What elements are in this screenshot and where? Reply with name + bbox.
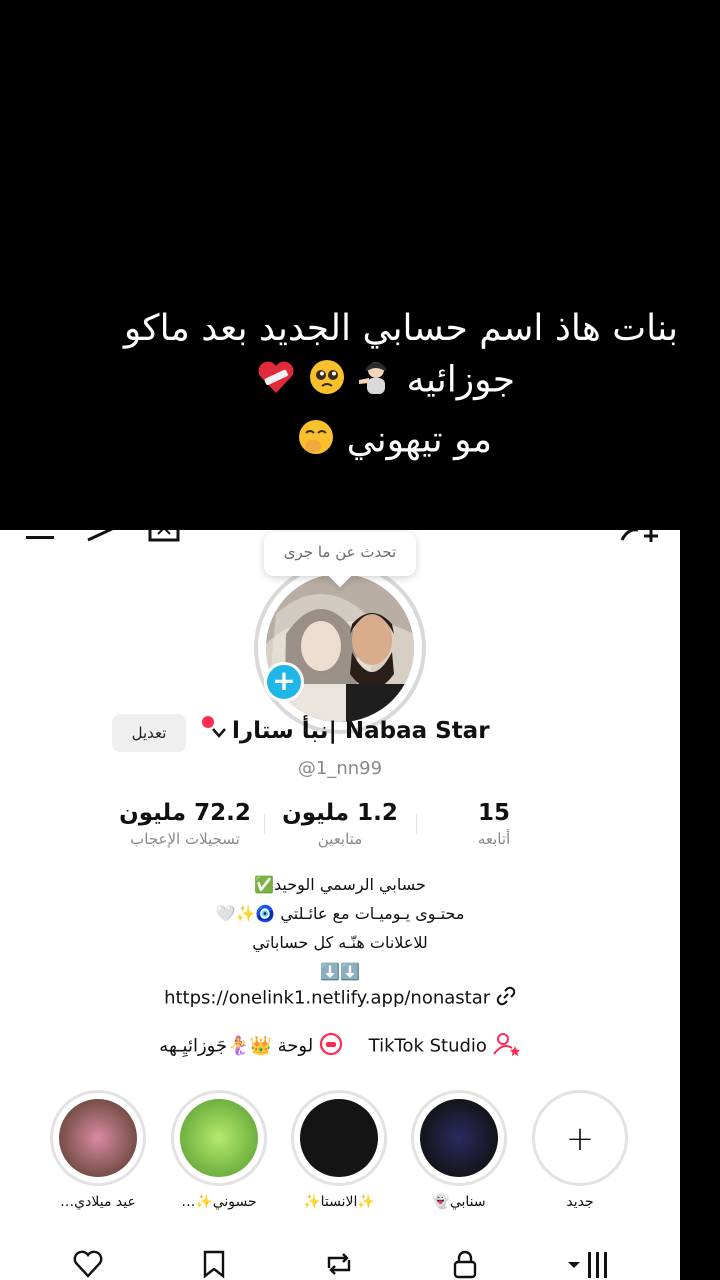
profile-screen: + تحدث عن ما جرى تعديل نبأ ستارا| Nabaa … xyxy=(0,530,680,1280)
highlight-thumbnail xyxy=(180,1099,258,1177)
stat-followers-value: 1.2 مليون xyxy=(282,800,398,826)
highlight-ring xyxy=(291,1090,387,1186)
plus-icon: + xyxy=(565,1119,595,1159)
story-prompt-bubble[interactable]: تحدث عن ما جرى xyxy=(264,532,416,576)
highlight-ring: + xyxy=(532,1090,628,1186)
chat-bubble-icon xyxy=(319,1032,343,1061)
stat-likes-value: 72.2 مليون xyxy=(119,800,251,826)
chevron-down-icon[interactable] xyxy=(212,726,226,742)
link-icon xyxy=(496,986,516,1011)
highlight-item[interactable]: ✨الانستا✨ xyxy=(291,1090,387,1210)
add-story-button[interactable]: + xyxy=(264,662,304,702)
share-icon[interactable] xyxy=(86,530,118,546)
highlight-thumbnail xyxy=(59,1099,137,1177)
highlight-label: سنابي👻 xyxy=(432,1194,486,1210)
chip-tiktok-studio-label: TikTok Studio xyxy=(368,1035,487,1057)
stat-following[interactable]: 15 أتابعه xyxy=(468,800,520,848)
add-friend-icon[interactable] xyxy=(620,530,660,546)
highlight-ring xyxy=(411,1090,507,1186)
edit-profile-button[interactable]: تعديل xyxy=(112,714,186,752)
caption-overlay: بنات هاذ اسم حسابي الجديد بعد ماكو جوزائ… xyxy=(0,0,720,530)
stat-likes[interactable]: 72.2 مليون تسجيلات الإعجاب xyxy=(118,800,252,848)
caption-line-2-text: جوزائيه xyxy=(406,359,515,401)
stat-followers-label: متابعين xyxy=(317,830,363,848)
highlight-label: ✨الانستا✨ xyxy=(303,1194,375,1210)
lock-icon[interactable] xyxy=(449,1248,481,1280)
display-name[interactable]: نبأ ستارا| Nabaa Star xyxy=(232,718,490,744)
person-star-icon xyxy=(492,1032,521,1061)
highlight-ring xyxy=(171,1090,267,1186)
bio-line: محتـوى يـوميـات مع عائـلتي 🧿✨🤍 xyxy=(215,904,465,923)
chip-playlist[interactable]: لوحة 👑🧜‍♀️جَوزائيِـهه xyxy=(159,1032,343,1061)
stat-following-value: 15 xyxy=(477,800,510,826)
bio: حسابي الرسمي الوحيد✅ محتـوى يـوميـات مع … xyxy=(0,870,680,986)
bookmark-icon[interactable] xyxy=(198,1248,230,1280)
chip-playlist-label: لوحة 👑🧜‍♀️جَوزائيِـهه xyxy=(159,1035,314,1057)
heart-icon[interactable] xyxy=(72,1248,104,1280)
highlight-thumbnail xyxy=(300,1099,378,1177)
black-edge-strip xyxy=(680,530,720,1280)
content-tab-bar xyxy=(0,1248,680,1280)
stat-likes-label: تسجيلات الإعجاب xyxy=(130,830,240,848)
chip-tiktok-studio[interactable]: TikTok Studio xyxy=(369,1032,521,1061)
profile-chips: لوحة 👑🧜‍♀️جَوزائيِـهه TikTok Studio xyxy=(0,1032,680,1061)
highlight-item[interactable]: حسوني✨… xyxy=(171,1090,267,1210)
bio-link-text[interactable]: https://onelink1.netlify.app/nonastar xyxy=(164,988,490,1009)
highlight-label: حسوني✨… xyxy=(181,1194,257,1210)
highlight-thumbnail xyxy=(420,1099,498,1177)
bio-line: للاعلانات هنّـه كل حساباتي xyxy=(252,933,428,952)
highlight-item[interactable]: عيد ميلادي… xyxy=(50,1090,146,1210)
bio-line: حسابي الرسمي الوحيد✅ xyxy=(254,875,426,894)
menu-icon[interactable] xyxy=(24,530,56,546)
calendar-icon[interactable] xyxy=(148,530,180,546)
repost-icon[interactable] xyxy=(323,1248,355,1280)
avatar-ring[interactable] xyxy=(254,562,426,734)
bio-link[interactable]: https://onelink1.netlify.app/nonastar xyxy=(0,986,680,1011)
woman-tipping-hand-icon xyxy=(357,358,395,405)
stat-followers[interactable]: 1.2 مليون متابعين xyxy=(282,800,398,848)
username-handle: @1_nn99 xyxy=(297,758,383,779)
mending-heart-icon xyxy=(256,358,296,405)
highlight-label: جديد xyxy=(566,1194,594,1210)
bio-line: ⬇️⬇️ xyxy=(320,962,360,981)
highlight-label: عيد ميلادي… xyxy=(60,1194,136,1210)
caption-line-2: جوزائيه xyxy=(256,358,515,405)
caption-line-3-text: مو تيهوني xyxy=(346,419,492,461)
stat-divider xyxy=(264,814,265,834)
caption-line-3: مو تيهوني xyxy=(297,418,492,465)
highlight-item[interactable]: سنابي👻 xyxy=(411,1090,507,1210)
grid-icon[interactable] xyxy=(566,1248,614,1280)
stat-following-label: أتابعه xyxy=(477,830,511,848)
highlight-ring xyxy=(50,1090,146,1186)
caption-line-1: بنات هاذ اسم حسابي الجديد بعد ماكو xyxy=(123,308,678,349)
pleading-face-icon xyxy=(308,358,346,405)
face-with-hand-over-mouth-icon xyxy=(297,418,335,465)
stat-divider xyxy=(416,814,417,834)
highlight-new[interactable]: + جديد xyxy=(532,1090,628,1210)
